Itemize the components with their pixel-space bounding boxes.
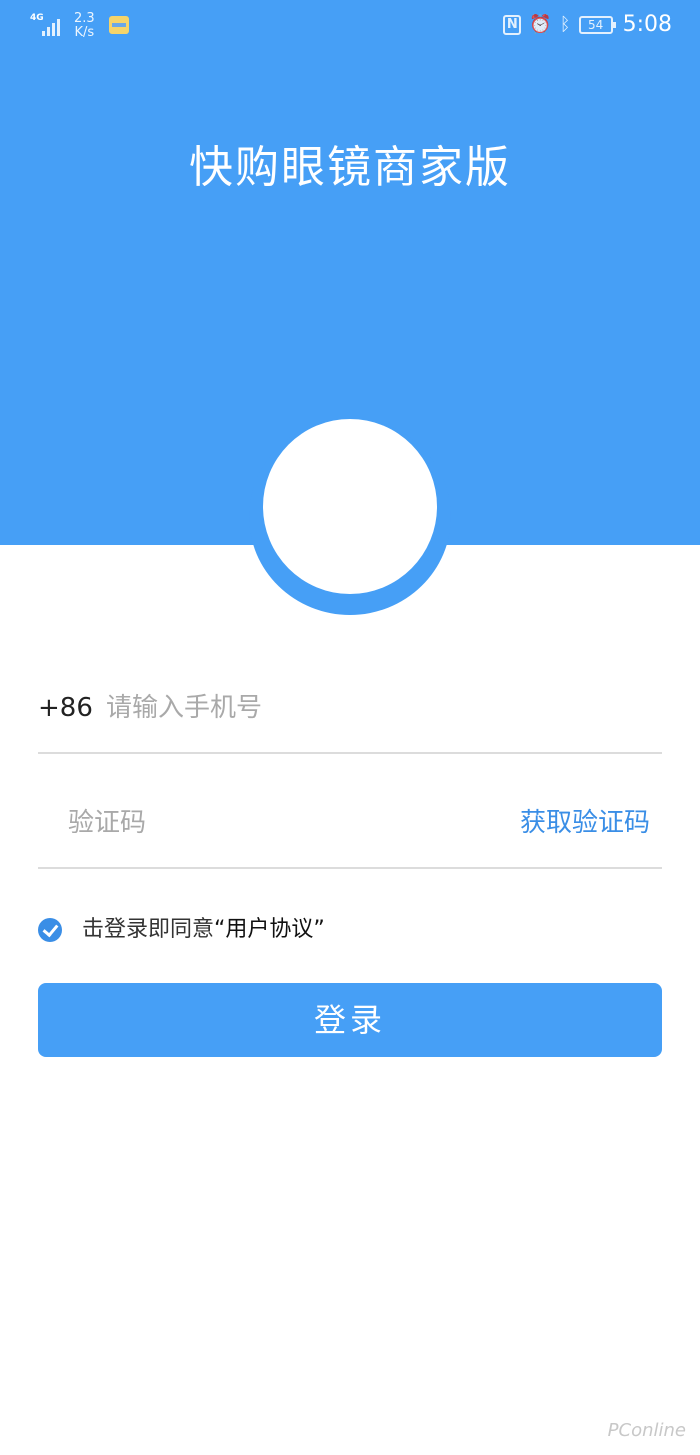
status-bar: 4G 2.3 K/s N ⏰ ᛒ 54 5:08 [0, 0, 700, 56]
watermark-logo: PConline [607, 1420, 686, 1441]
network-speed-unit: K/s [74, 25, 95, 40]
phone-input[interactable] [106, 688, 626, 728]
user-agreement-link[interactable]: “用户协议” [214, 915, 325, 945]
status-time: 5:08 [622, 12, 672, 37]
country-code[interactable]: +86 [38, 690, 93, 726]
status-bar-right: N ⏰ ᛒ 54 5:08 [503, 12, 672, 38]
network-speed: 2.3 K/s [74, 12, 95, 40]
code-field: 获取验证码 [38, 795, 662, 869]
get-code-button[interactable]: 获取验证码 [520, 805, 650, 841]
signal-icon: 4G [30, 12, 64, 38]
agreement-check-icon[interactable] [38, 918, 62, 942]
agreement-row: 击登录即同意 “用户协议” [38, 912, 325, 948]
verification-code-input[interactable] [68, 803, 488, 843]
alarm-icon: ⏰ [529, 14, 552, 35]
phone-field: +86 [38, 680, 662, 754]
agreement-text: 击登录即同意 [82, 917, 215, 942]
network-speed-value: 2.3 [74, 11, 95, 26]
notification-icon [108, 16, 129, 34]
avatar[interactable] [263, 419, 437, 594]
status-bar-left: 4G 2.3 K/s [30, 12, 129, 40]
bluetooth-icon: ᛒ [559, 14, 571, 35]
login-button[interactable]: 登录 [38, 983, 662, 1057]
battery-icon: 54 [578, 16, 616, 34]
nfc-icon: N [503, 15, 522, 35]
app-title: 快购眼镜商家版 [189, 142, 511, 193]
